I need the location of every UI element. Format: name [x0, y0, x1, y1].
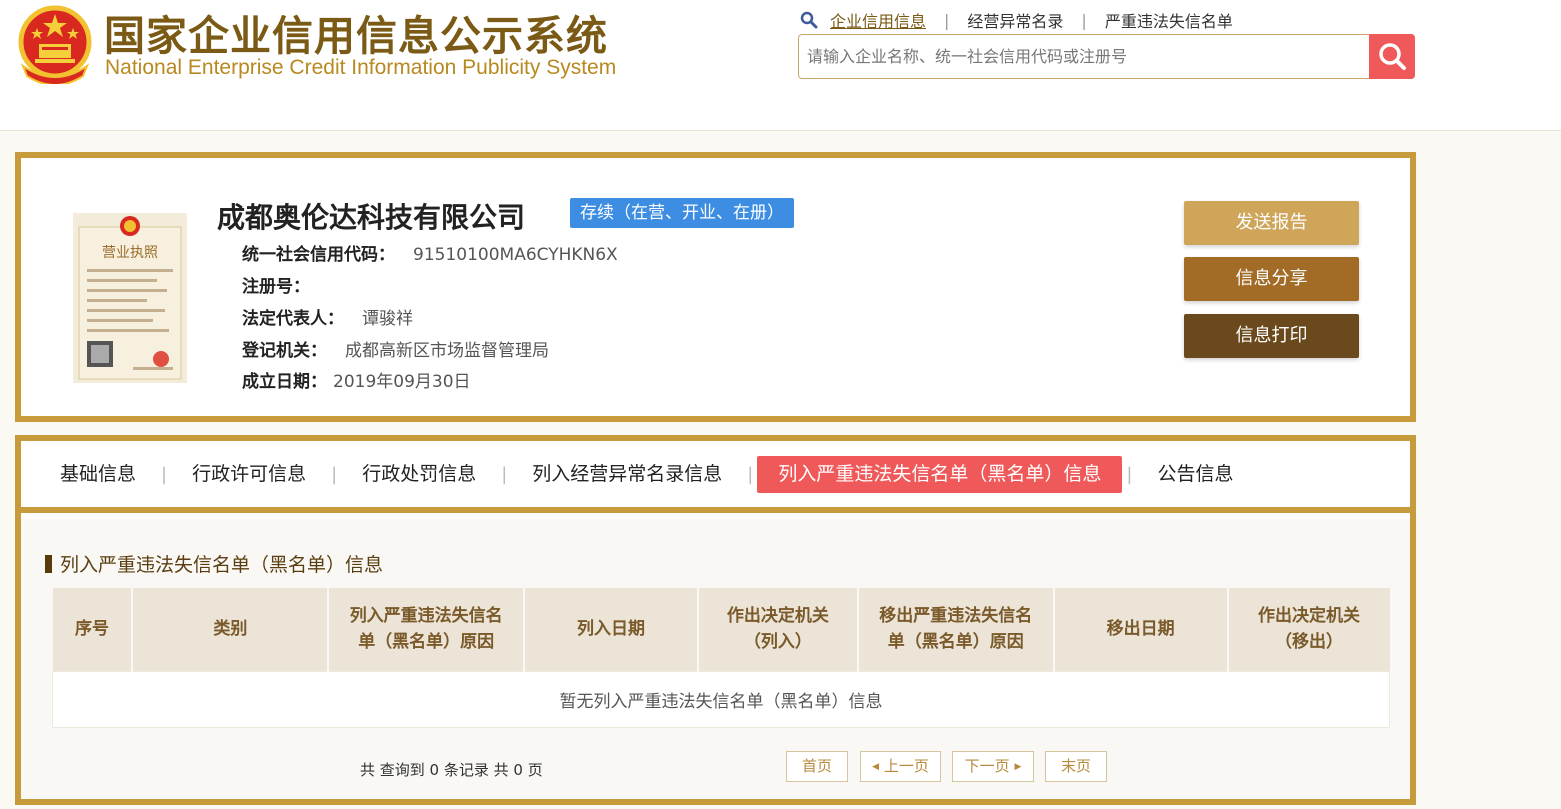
info-value: 91510100MA6CYHKN6X: [413, 245, 618, 265]
search-icon: [1379, 43, 1406, 70]
first-page-button[interactable]: 首页: [786, 751, 848, 782]
column-header: 作出决定机关 （列入）: [697, 588, 859, 671]
info-value: 谭骏祥: [362, 309, 413, 329]
nav-separator: |: [1081, 10, 1087, 30]
site-subtitle: National Enterprise Credit Information P…: [105, 56, 617, 79]
search-input[interactable]: [799, 35, 1369, 78]
caret-right-icon: ▶: [1014, 762, 1022, 772]
tab-blacklist[interactable]: 列入严重违法失信名单（黑名单）信息: [757, 455, 1123, 493]
site-header: 国家企业信用信息公示系统 National Enterprise Credit …: [0, 0, 1561, 131]
table-header-row: 序号 类别 列入严重违法失信名 单（黑名单）原因 列入日期 作出决定机关 （列入） …: [52, 588, 1390, 671]
column-header: 序号: [52, 588, 134, 671]
info-value: 2019年09月30日: [333, 372, 471, 392]
send-report-button[interactable]: 发送报告: [1184, 201, 1359, 245]
tab-separator: |: [1126, 463, 1133, 485]
tab-admin-penalty[interactable]: 行政处罚信息: [341, 456, 497, 493]
top-nav: 企业信用信息 | 经营异常名录 | 严重违法失信名单: [800, 8, 1233, 32]
site-title: 国家企业信用信息公示系统: [104, 12, 608, 60]
column-header: 作出决定机关 （移出）: [1227, 588, 1390, 671]
info-row-established: 成立日期： 2019年09月30日: [242, 367, 471, 392]
search-box: [798, 34, 1415, 79]
business-license-image[interactable]: 营业执照: [73, 213, 187, 383]
info-row-legal-rep: 法定代表人： 谭骏祥: [242, 304, 413, 329]
company-name: 成都奥伦达科技有限公司: [217, 201, 526, 234]
print-info-button[interactable]: 信息打印: [1184, 314, 1359, 358]
info-label: 法定代表人：: [242, 309, 344, 329]
tab-separator: |: [747, 463, 754, 485]
table-row: 暂无列入严重违法失信名单（黑名单）信息: [52, 670, 1390, 728]
info-row-credit-code: 统一社会信用代码： 91510100MA6CYHKN6X: [242, 240, 618, 265]
nav-separator: |: [944, 10, 950, 30]
last-page-button[interactable]: 末页: [1045, 751, 1107, 782]
search-button[interactable]: [1369, 34, 1415, 79]
detail-panel: 基础信息 | 行政许可信息 | 行政处罚信息 | 列入经营异常名录信息 | 列入…: [15, 435, 1416, 805]
share-info-button[interactable]: 信息分享: [1184, 257, 1359, 301]
tab-separator: |: [161, 463, 168, 485]
tab-basic-info[interactable]: 基础信息: [39, 456, 157, 493]
section-title-text: 列入严重违法失信名单（黑名单）信息: [60, 554, 384, 576]
blacklist-section: 列入严重违法失信名单（黑名单）信息 序号 类别 列入严重违法失信名 单（黑名单）原…: [21, 519, 1410, 799]
column-header: 类别: [132, 588, 330, 671]
record-count: 共 查询到 0 条记录 共 0 页: [360, 761, 543, 779]
status-badge: 存续（在营、开业、在册）: [570, 198, 794, 228]
nav-link-abnormal-list[interactable]: 经营异常名录: [967, 8, 1063, 32]
next-page-button[interactable]: 下一页 ▶: [952, 751, 1034, 782]
search-icon: [800, 11, 818, 29]
column-header: 列入严重违法失信名 单（黑名单）原因: [328, 588, 526, 671]
empty-message: 暂无列入严重违法失信名单（黑名单）信息: [52, 670, 1390, 728]
column-header: 列入日期: [524, 588, 699, 671]
tab-admin-license[interactable]: 行政许可信息: [171, 456, 327, 493]
license-title: 营业执照: [102, 245, 158, 261]
tab-separator: |: [331, 463, 338, 485]
info-value: 成都高新区市场监督管理局: [345, 341, 549, 361]
tab-announcements[interactable]: 公告信息: [1136, 456, 1254, 493]
blacklist-table: 序号 类别 列入严重违法失信名 单（黑名单）原因 列入日期 作出决定机关 （列入） …: [52, 588, 1390, 728]
national-emblem-icon: [18, 5, 92, 84]
section-marker: [45, 555, 52, 573]
column-header: 移出日期: [1053, 588, 1229, 671]
section-title: 列入严重违法失信名单（黑名单）信息: [45, 550, 383, 577]
caret-left-icon: ◀: [872, 762, 880, 772]
nav-link-blacklist[interactable]: 严重违法失信名单: [1105, 8, 1233, 32]
info-label: 注册号：: [242, 277, 310, 297]
prev-page-button[interactable]: ◀ 上一页: [860, 751, 941, 782]
tab-abnormal-list[interactable]: 列入经营异常名录信息: [511, 456, 743, 493]
nav-link-credit-info[interactable]: 企业信用信息: [830, 8, 926, 32]
info-label: 成立日期：: [242, 372, 327, 392]
info-row-reg-number: 注册号：: [242, 272, 328, 297]
tab-separator: |: [501, 463, 508, 485]
company-summary-panel: 营业执照 成都奥伦达科技有限公司 存续（在营、开业、在册） 统一社会信用代码： 9…: [15, 152, 1416, 422]
info-row-authority: 登记机关： 成都高新区市场监督管理局: [242, 336, 549, 361]
info-tabs: 基础信息 | 行政许可信息 | 行政处罚信息 | 列入经营异常名录信息 | 列入…: [21, 441, 1410, 513]
info-label: 统一社会信用代码：: [242, 245, 395, 265]
column-header: 移出严重违法失信名 单（黑名单）原因: [857, 588, 1055, 671]
info-label: 登记机关：: [242, 341, 327, 361]
